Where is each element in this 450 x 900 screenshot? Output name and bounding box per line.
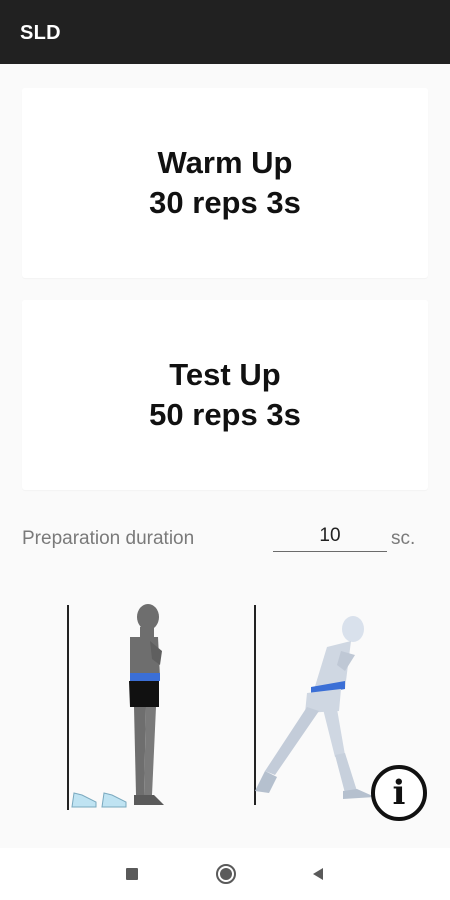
- recents-icon[interactable]: [120, 862, 144, 886]
- back-icon[interactable]: [306, 862, 330, 886]
- foot-outline-icon: [71, 792, 97, 808]
- test-up-reps: 50 reps 3s: [149, 397, 301, 432]
- warm-up-title: Warm Up: [157, 145, 293, 180]
- leaning-figure-illustration: [254, 605, 375, 805]
- warm-up-reps: 30 reps 3s: [149, 185, 301, 220]
- warm-up-card[interactable]: Warm Up 30 reps 3s: [22, 88, 428, 278]
- foot-outline-icon: [101, 792, 127, 808]
- info-icon: i: [392, 773, 406, 813]
- preparation-duration-row: Preparation duration sc.: [0, 520, 450, 560]
- system-navigation-bar: [0, 848, 450, 900]
- info-button[interactable]: i: [371, 765, 427, 821]
- preparation-duration-unit: sc.: [391, 528, 416, 549]
- test-up-title: Test Up: [169, 357, 281, 392]
- app-title: SLD: [20, 22, 61, 44]
- app-bar: SLD: [0, 0, 450, 64]
- belt-band: [130, 673, 160, 681]
- preparation-duration-input[interactable]: [273, 520, 387, 552]
- test-up-card[interactable]: Test Up 50 reps 3s: [22, 300, 428, 490]
- preparation-duration-label: Preparation duration: [22, 528, 195, 549]
- home-icon[interactable]: [214, 862, 238, 886]
- standing-figure-illustration: [67, 604, 164, 810]
